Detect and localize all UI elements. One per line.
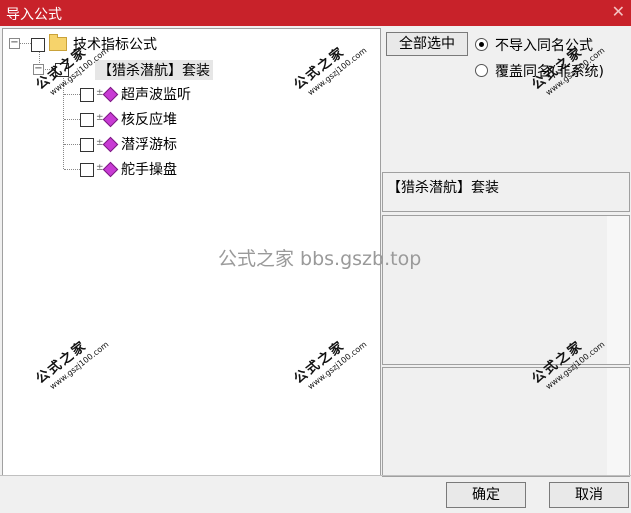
tree-connector xyxy=(64,119,80,120)
formula-icon xyxy=(102,111,119,128)
tree-item-label[interactable]: 舵手操盘 xyxy=(121,159,177,179)
preview-scrollbar[interactable] xyxy=(607,368,629,476)
tree-connector xyxy=(63,75,64,169)
skip-same-name-label[interactable]: 不导入同名公式 xyxy=(495,35,593,55)
package-checkbox[interactable] xyxy=(55,63,69,77)
window-title: 导入公式 xyxy=(6,7,62,23)
skip-same-name-radio[interactable] xyxy=(475,38,488,51)
formula-icon xyxy=(102,161,119,178)
close-icon[interactable]: ✕ xyxy=(612,2,625,21)
tree-package-label[interactable]: 【猎杀潜航】套装 xyxy=(95,60,213,80)
package-expander[interactable]: − xyxy=(33,64,44,75)
tree-connector xyxy=(64,94,80,95)
title-bar: 导入公式 ✕ xyxy=(0,0,631,26)
detail-scrollbar[interactable] xyxy=(607,216,629,364)
tree-connector xyxy=(64,144,80,145)
detail-pane xyxy=(382,215,630,365)
formula-icon xyxy=(102,86,119,103)
item-checkbox[interactable] xyxy=(80,163,94,177)
import-formula-dialog: 导入公式 ✕ − 技术指标公式 − 【猎杀潜航】套装 ± 超声波监听 ± 核反应… xyxy=(0,0,631,513)
select-all-button[interactable]: 全部选中 xyxy=(386,32,468,56)
root-expander[interactable]: − xyxy=(9,38,20,49)
tree-item-label[interactable]: 超声波监听 xyxy=(121,84,191,104)
root-checkbox[interactable] xyxy=(31,38,45,52)
folder-icon xyxy=(49,34,67,51)
description-text: 【猎杀潜航】套装 xyxy=(387,180,499,196)
cancel-button[interactable]: 取消 xyxy=(549,482,629,508)
tree-root-label[interactable]: 技术指标公式 xyxy=(73,34,157,54)
formula-icon xyxy=(102,136,119,153)
tree-item-label[interactable]: 核反应堆 xyxy=(121,109,177,129)
tree-connector xyxy=(64,169,80,170)
item-checkbox[interactable] xyxy=(80,88,94,102)
overwrite-same-name-radio[interactable] xyxy=(475,64,488,77)
tree-item-label[interactable]: 潜浮游标 xyxy=(121,134,177,154)
center-watermark: 公式之家 bbs.gszb.top xyxy=(218,248,422,270)
overwrite-same-name-label[interactable]: 覆盖同名(非系统) xyxy=(495,61,604,81)
footer-divider xyxy=(0,475,631,476)
item-checkbox[interactable] xyxy=(80,138,94,152)
item-checkbox[interactable] xyxy=(80,113,94,127)
description-pane: 【猎杀潜航】套装 xyxy=(382,172,630,212)
ok-button[interactable]: 确定 xyxy=(446,482,526,508)
preview-pane xyxy=(382,367,630,477)
